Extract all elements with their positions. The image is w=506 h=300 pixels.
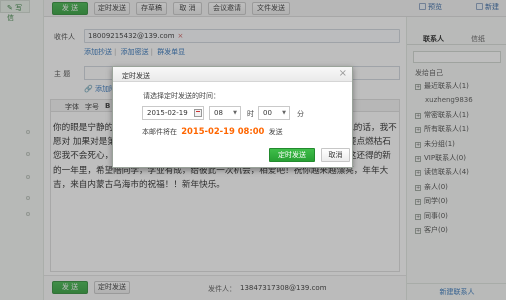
hour-value: 08 [214,109,223,117]
summary-suffix: 发送 [268,128,283,136]
cancel-button[interactable]: 取消 [321,148,350,162]
hour-unit: 时 [247,110,254,118]
calendar-icon[interactable] [194,109,202,117]
send-time-summary: 本邮件将在 2015-02-19 08:00 发送 [142,126,283,137]
dialog-header: 定时发送 × [113,67,352,82]
date-picker[interactable]: 2015-02-19 [142,106,204,120]
chevron-down-icon: ▼ [233,110,237,116]
minute-unit: 分 [297,110,304,118]
chevron-down-icon: ▼ [282,110,286,116]
hour-select[interactable]: 08 ▼ [209,106,241,120]
confirm-timed-send-button[interactable]: 定时发送 [269,148,315,162]
timed-send-dialog: 定时发送 × 请选择定时发送的时间： 2015-02-19 08 ▼ 时 00 … [112,66,353,168]
minute-value: 00 [263,109,272,117]
date-value: 2015-02-19 [147,109,188,117]
dialog-title: 定时发送 [122,72,150,80]
close-icon[interactable]: × [339,68,347,80]
summary-prefix: 本邮件将在 [142,128,177,136]
dialog-prompt: 请选择定时发送的时间： [143,92,220,100]
summary-time: 2015-02-19 08:00 [181,126,265,136]
minute-select[interactable]: 00 ▼ [258,106,290,120]
